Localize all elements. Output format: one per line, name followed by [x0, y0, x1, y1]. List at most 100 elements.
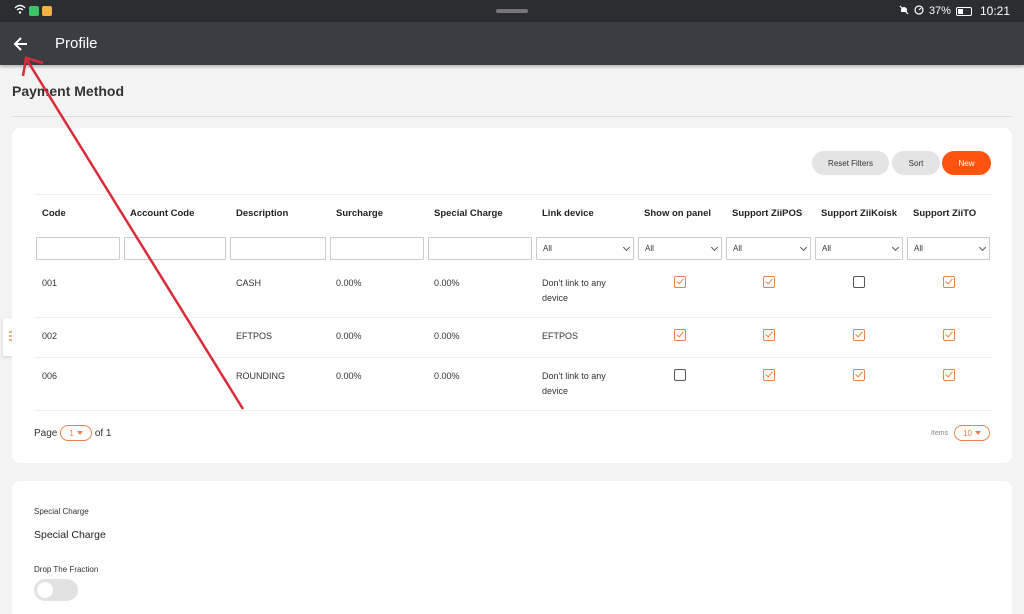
chevron-down-icon: [891, 243, 900, 251]
select-value: All: [733, 244, 742, 253]
filter-special-charge-input[interactable]: [428, 237, 532, 260]
show-on-panel-checkbox[interactable]: [674, 275, 686, 288]
cell-surcharge: 0.00%: [328, 357, 426, 411]
support-ziikoisk-checkbox[interactable]: [853, 329, 865, 341]
chevron-down-icon: [799, 243, 808, 251]
caret-down-icon: [76, 431, 83, 435]
speed-icon: [914, 4, 924, 18]
back-arrow-icon[interactable]: [10, 32, 34, 56]
app-bar: Profile: [0, 22, 1024, 65]
filter-link-device-select[interactable]: All: [536, 237, 634, 260]
cell-account-code: [122, 264, 228, 318]
reset-filters-button[interactable]: Reset Filters: [812, 151, 889, 175]
header-account-code[interactable]: Account Code: [122, 194, 228, 233]
payment-methods-card: Reset Filters Sort New Code Account Code…: [12, 128, 1012, 463]
mute-icon: [899, 5, 909, 18]
table-row[interactable]: 001 CASH 0.00% 0.00% Don't link to any d…: [34, 264, 992, 318]
cell-surcharge: 0.00%: [328, 264, 426, 318]
table-row[interactable]: 006 ROUNDING 0.00% 0.00% Don't link to a…: [34, 357, 992, 411]
header-special-charge[interactable]: Special Charge: [426, 194, 534, 233]
cell-link-device: EFTPOS: [534, 317, 636, 358]
filter-show-on-panel-select[interactable]: All: [638, 237, 722, 260]
header-link-device[interactable]: Link device: [534, 194, 636, 233]
filter-support-ziito-select[interactable]: All: [907, 237, 990, 260]
select-value: All: [914, 244, 923, 253]
cell-code: 006: [34, 357, 122, 411]
cell-special-charge: 0.00%: [426, 264, 534, 318]
support-ziikoisk-checkbox[interactable]: [853, 275, 865, 288]
items-per-page: Items 10: [931, 425, 990, 441]
items-value: 10: [963, 428, 972, 438]
cell-special-charge: 0.00%: [426, 357, 534, 411]
select-value: All: [543, 244, 552, 253]
page-value: 1: [69, 428, 74, 438]
header-description[interactable]: Description: [228, 194, 328, 233]
chevron-down-icon: [622, 243, 631, 251]
sort-button[interactable]: Sort: [892, 151, 940, 175]
items-label: Items: [930, 429, 949, 437]
filter-surcharge-input[interactable]: [330, 237, 424, 260]
table-header-row: Code Account Code Description Surcharge …: [34, 194, 992, 233]
cell-description: EFTPOS: [228, 317, 328, 358]
filter-description-input[interactable]: [230, 237, 326, 260]
items-select[interactable]: 10: [954, 425, 990, 441]
clock: 10:21: [979, 4, 1010, 18]
page-label: Page: [34, 427, 58, 439]
special-charge-value: Special Charge: [34, 529, 106, 541]
support-ziito-checkbox[interactable]: [942, 329, 955, 341]
show-on-panel-checkbox[interactable]: [674, 329, 686, 341]
header-support-ziipos[interactable]: Support ZiiPOS: [724, 194, 813, 233]
header-support-ziikoisk[interactable]: Support ZiiKoisk: [813, 194, 905, 233]
status-handle: [496, 9, 528, 13]
filter-support-ziipos-select[interactable]: All: [726, 237, 811, 260]
cell-surcharge: 0.00%: [328, 317, 426, 358]
battery-icon: [955, 6, 972, 16]
app-notification-icon: [29, 5, 39, 16]
app-notification-icon: [42, 5, 52, 16]
select-value: All: [645, 244, 654, 253]
support-ziipos-checkbox[interactable]: [762, 275, 775, 288]
chevron-down-icon: [710, 243, 719, 251]
divider: [12, 116, 1012, 117]
cell-account-code: [122, 357, 228, 411]
special-charge-label: Special Charge: [34, 507, 89, 516]
select-value: All: [822, 244, 831, 253]
support-ziito-checkbox[interactable]: [942, 369, 955, 381]
page-select[interactable]: 1: [60, 425, 92, 441]
caret-down-icon: [975, 431, 981, 435]
status-right: 37% 10:21: [899, 4, 1010, 18]
support-ziito-checkbox[interactable]: [942, 275, 955, 288]
filter-account-code-input[interactable]: [124, 237, 226, 260]
wifi-icon: [14, 4, 26, 17]
app-bar-title: Profile: [55, 35, 98, 52]
filter-row: All All All All All: [34, 233, 992, 265]
support-ziipos-checkbox[interactable]: [762, 369, 775, 381]
filter-support-ziikoisk-select[interactable]: All: [815, 237, 903, 260]
drop-fraction-label: Drop The Fraction: [34, 565, 99, 574]
support-ziipos-checkbox[interactable]: [762, 329, 775, 341]
battery-percent: 37%: [928, 5, 951, 17]
table-row[interactable]: 002 EFTPOS 0.00% 0.00% EFTPOS: [34, 317, 992, 358]
cell-link-device: Don't link to any device: [534, 264, 636, 318]
cell-special-charge: 0.00%: [426, 317, 534, 358]
payment-methods-table: Code Account Code Description Surcharge …: [34, 194, 992, 411]
cell-code: 002: [34, 317, 122, 358]
chevron-down-icon: [978, 243, 987, 251]
header-code[interactable]: Code: [34, 194, 122, 233]
cell-link-device: Don't link to any device: [534, 357, 636, 411]
show-on-panel-checkbox[interactable]: [674, 369, 686, 381]
cell-description: CASH: [228, 264, 328, 318]
status-bar: 37% 10:21: [0, 0, 1024, 22]
filter-code-input[interactable]: [36, 237, 120, 260]
page-title: Payment Method: [12, 83, 125, 99]
cell-account-code: [122, 317, 228, 358]
header-surcharge[interactable]: Surcharge: [328, 194, 426, 233]
cell-description: ROUNDING: [228, 357, 328, 411]
status-left-icons: [14, 4, 52, 17]
header-show-on-panel[interactable]: Show on panel: [636, 194, 724, 233]
new-button[interactable]: New: [942, 151, 991, 175]
support-ziikoisk-checkbox[interactable]: [853, 369, 865, 381]
pagination: Page 1 of 1: [34, 425, 112, 441]
drop-fraction-toggle[interactable]: [34, 579, 78, 601]
header-support-ziito[interactable]: Support ZiiTO: [905, 194, 992, 233]
